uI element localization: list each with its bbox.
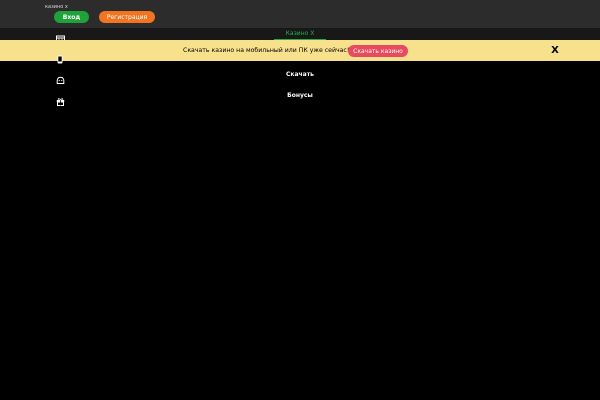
- mobile-phone-icon[interactable]: [57, 49, 63, 64]
- brand-name: казино х: [45, 4, 68, 10]
- close-banner-button[interactable]: X: [548, 43, 562, 57]
- menu-item-download[interactable]: Скачать: [0, 69, 600, 84]
- download-casino-button[interactable]: Скачать казино: [348, 45, 408, 57]
- banner-text: Скачать казино на мобильный или ПК уже с…: [183, 47, 350, 54]
- gift-icon: [56, 91, 65, 106]
- menu-item-label: Скачать: [286, 71, 314, 78]
- top-bar: [0, 0, 600, 28]
- android-icon: [56, 70, 65, 84]
- login-button[interactable]: Вход: [54, 11, 89, 23]
- tab-casino-x[interactable]: Казино Х: [274, 28, 326, 40]
- calendar-icon[interactable]: [56, 29, 65, 44]
- register-button[interactable]: Регистрация: [99, 11, 155, 23]
- menu-item-bonuses[interactable]: Бонусы: [0, 90, 600, 106]
- menu-item-label: Бонусы: [287, 92, 313, 99]
